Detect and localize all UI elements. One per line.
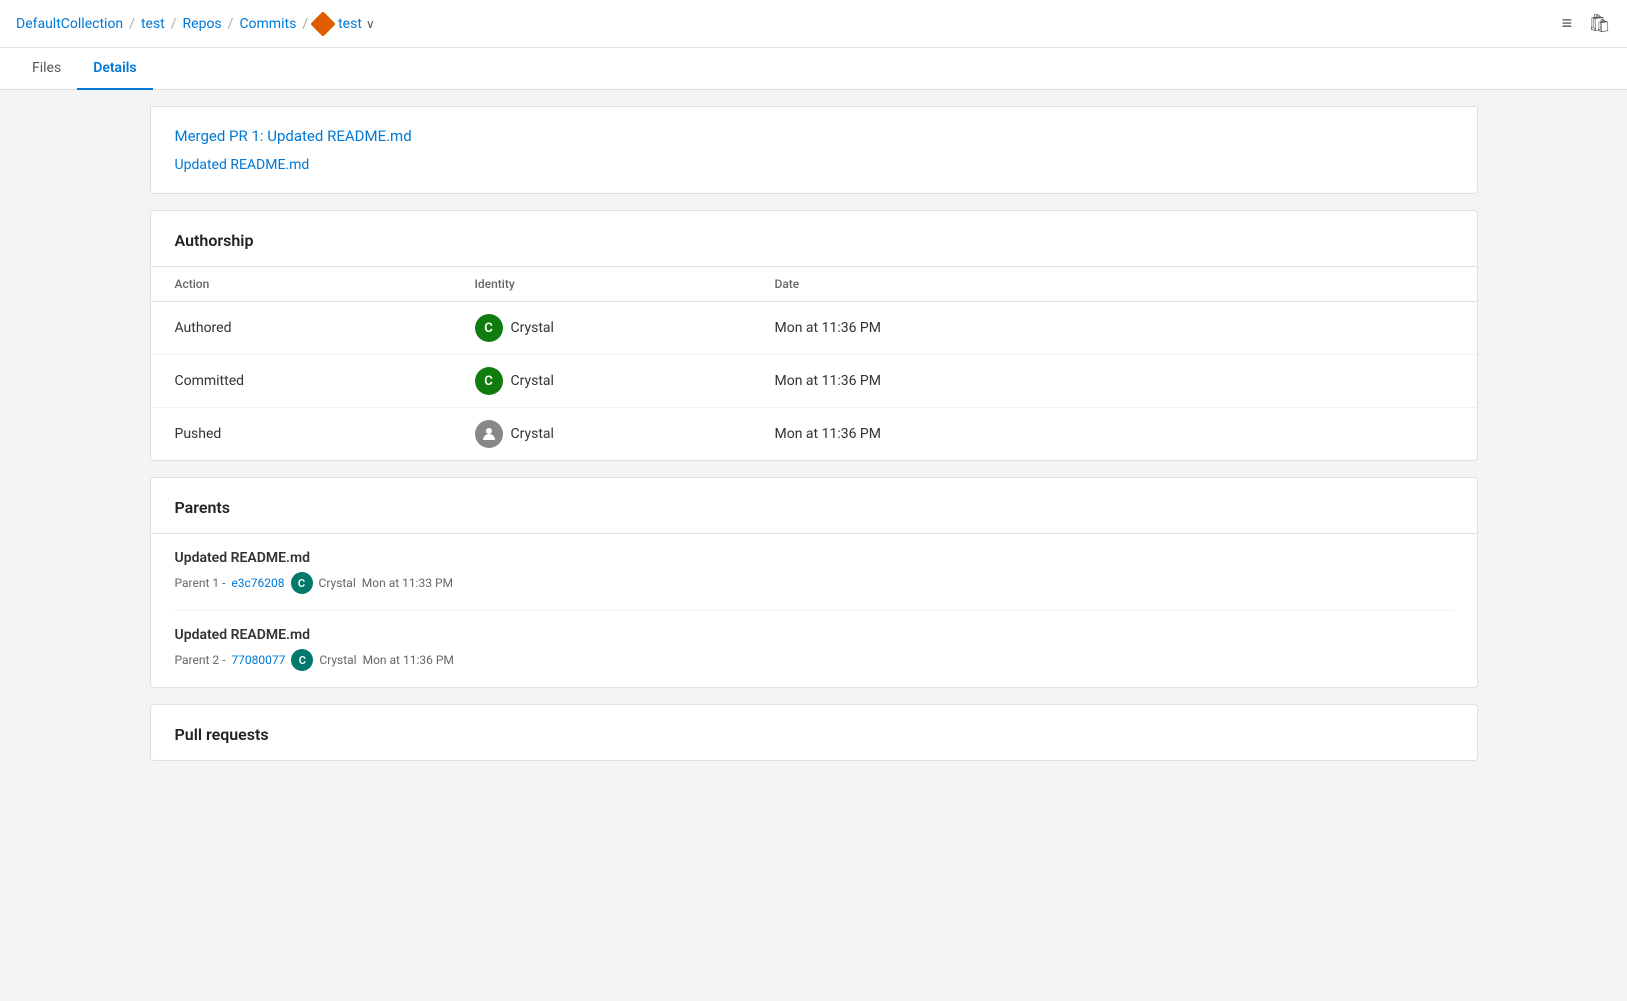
parent-label-1: Parent 1 - [175,576,226,590]
parent-item-1: Updated README.md Parent 1 - e3c76208 C … [175,550,1453,611]
commit-title[interactable]: Merged PR 1: Updated README.md [175,127,1453,145]
nav-icons: ≡ 🛍 [1562,13,1611,34]
parent-label-2: Parent 2 - [175,653,226,667]
breadcrumb-repos[interactable]: Repos [183,16,222,32]
breadcrumb-commits[interactable]: Commits [239,16,296,32]
main-content: Merged PR 1: Updated README.md Updated R… [134,90,1494,793]
chevron-down-icon[interactable]: ∨ [366,17,375,31]
parent-date-2: Mon at 11:36 PM [363,653,454,667]
col-identity-header: Identity [475,277,775,291]
parent-author-1: Crystal [319,576,356,590]
parents-card: Parents Updated README.md Parent 1 - e3c… [150,477,1478,688]
table-row-pushed: Pushed Crystal Mon at 11:36 PM [151,408,1477,460]
tab-files[interactable]: Files [16,48,77,90]
parent-meta-1: Parent 1 - e3c76208 C Crystal Mon at 11:… [175,572,1453,594]
tabs: Files Details [0,48,1627,90]
date-pushed: Mon at 11:36 PM [775,426,1453,442]
avatar-pushed [475,420,503,448]
action-authored: Authored [175,320,475,336]
authorship-header: Authorship [151,211,1477,267]
parent-avatar-1: C [291,572,313,594]
name-authored: Crystal [511,320,554,336]
separator-1: / [129,16,135,32]
parent-hash-1[interactable]: e3c76208 [231,576,284,590]
action-committed: Committed [175,373,475,389]
repo-name-wrapper: test ∨ [314,15,375,33]
repo-icon [310,11,335,36]
pull-requests-header: Pull requests [151,705,1477,760]
parent-title-1[interactable]: Updated README.md [175,550,1453,566]
parent-item-2: Updated README.md Parent 2 - 77080077 C … [175,627,1453,671]
separator-4: / [302,16,308,32]
parent-author-2: Crystal [319,653,356,667]
breadcrumb: DefaultCollection / test / Repos / Commi… [16,15,375,33]
col-action-header: Action [175,277,475,291]
top-nav: DefaultCollection / test / Repos / Commi… [0,0,1627,48]
breadcrumb-test[interactable]: test [141,16,165,32]
name-pushed: Crystal [511,426,554,442]
identity-pushed: Crystal [475,420,775,448]
commit-messages-card: Merged PR 1: Updated README.md Updated R… [150,106,1478,194]
breadcrumb-repo-name[interactable]: test [338,16,362,32]
parent-date-1: Mon at 11:33 PM [362,576,453,590]
table-row-committed: Committed C Crystal Mon at 11:36 PM [151,355,1477,408]
authorship-card: Authorship Action Identity Date Authored… [150,210,1478,461]
commit-subtitle[interactable]: Updated README.md [175,157,1453,173]
parent-avatar-2: C [291,649,313,671]
table-row-authored: Authored C Crystal Mon at 11:36 PM [151,302,1477,355]
col-date-header: Date [775,277,1453,291]
identity-authored: C Crystal [475,314,775,342]
separator-3: / [228,16,234,32]
avatar-authored: C [475,314,503,342]
tab-details[interactable]: Details [77,48,152,90]
pull-requests-card: Pull requests [150,704,1478,761]
parents-content: Updated README.md Parent 1 - e3c76208 C … [151,534,1477,687]
parent-meta-2: Parent 2 - 77080077 C Crystal Mon at 11:… [175,649,1453,671]
separator-2: / [171,16,177,32]
parent-title-2[interactable]: Updated README.md [175,627,1453,643]
bag-icon[interactable]: 🛍 [1588,13,1611,34]
list-icon[interactable]: ≡ [1562,13,1573,34]
action-pushed: Pushed [175,426,475,442]
parent-hash-2[interactable]: 77080077 [231,653,285,667]
date-authored: Mon at 11:36 PM [775,320,1453,336]
identity-committed: C Crystal [475,367,775,395]
breadcrumb-collection[interactable]: DefaultCollection [16,16,123,32]
name-committed: Crystal [511,373,554,389]
authorship-table: Action Identity Date Authored C Crystal … [151,267,1477,460]
commit-messages: Merged PR 1: Updated README.md Updated R… [151,107,1477,193]
avatar-committed: C [475,367,503,395]
date-committed: Mon at 11:36 PM [775,373,1453,389]
table-header-row: Action Identity Date [151,267,1477,302]
parents-header: Parents [151,478,1477,534]
